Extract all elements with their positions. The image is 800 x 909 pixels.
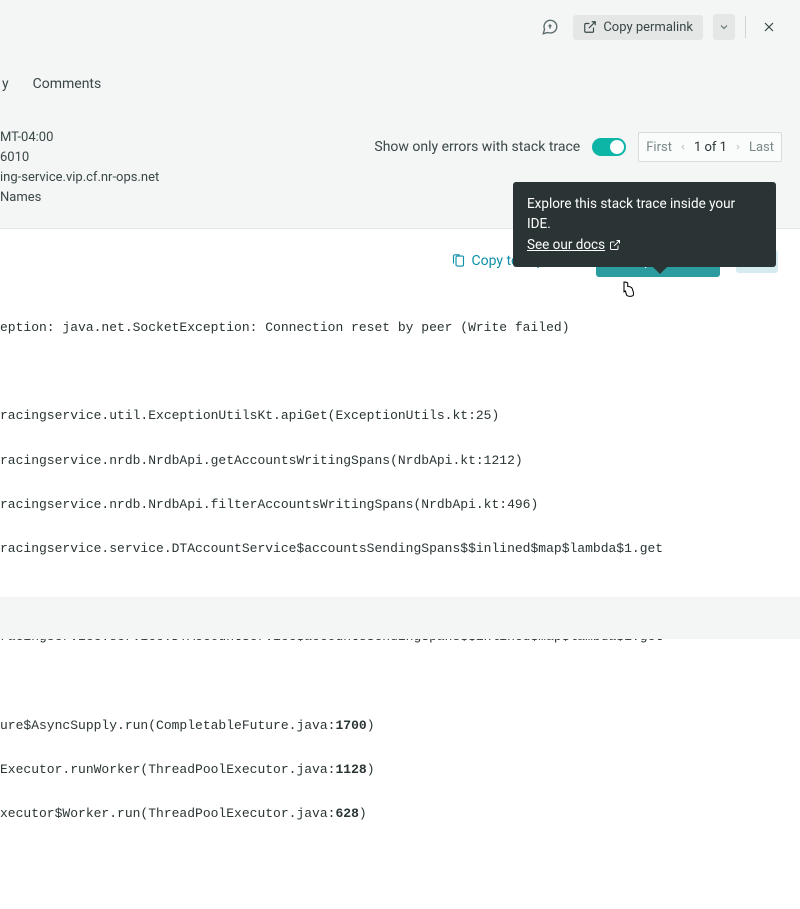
meta-line: Names	[0, 188, 159, 208]
open-in-ide-tooltip: Explore this stack trace inside your IDE…	[513, 182, 776, 267]
permalink-dropdown-button[interactable]	[713, 14, 735, 40]
pager: First 1 of 1 Last	[638, 132, 782, 162]
clipboard-icon	[451, 253, 466, 269]
tooltip-text: Explore this stack trace inside your IDE…	[527, 194, 762, 235]
stack-line: xecutor$Worker.run(ThreadPoolExecutor.ja…	[0, 803, 800, 825]
meta-line: ing-service.vip.cf.nr-ops.net	[0, 168, 159, 188]
pager-first-button[interactable]: First	[639, 140, 679, 155]
stack-line: racingservice.nrdb.NrdbApi.filterAccount…	[0, 494, 800, 516]
pager-count: 1 of 1	[687, 140, 734, 155]
stack-line: ure$AsyncSupply.run(CompletableFuture.ja…	[0, 715, 800, 737]
tab-comments[interactable]: Comments	[31, 72, 104, 96]
bottom-gap	[0, 597, 800, 639]
stack-trace-toggle[interactable]	[592, 138, 626, 156]
filter-label: Show only errors with stack trace	[374, 139, 580, 155]
meta-line: 6010	[0, 148, 159, 168]
stack-trace-panel: Copy to clipboard Open in IDE New eption…	[0, 228, 800, 909]
stack-blank	[0, 361, 800, 383]
chevron-down-icon	[718, 21, 730, 33]
stack-line: eption: java.net.SocketException: Connec…	[0, 317, 800, 339]
tooltip-docs-label: See our docs	[527, 235, 605, 255]
tooltip-docs-link[interactable]: See our docs	[527, 235, 621, 255]
stack-blank	[0, 671, 800, 693]
pager-last-button[interactable]: Last	[742, 140, 781, 155]
pager-next-button[interactable]	[734, 142, 742, 152]
meta-line: MT-04:00	[0, 128, 159, 148]
share-dialog-icon[interactable]	[537, 14, 563, 40]
close-icon	[761, 19, 777, 35]
stack-trace: eption: java.net.SocketException: Connec…	[0, 295, 800, 869]
external-link-icon	[609, 239, 621, 251]
meta-info: MT-04:00 6010 ing-service.vip.cf.nr-ops.…	[0, 128, 159, 209]
copy-permalink-button[interactable]: Copy permalink	[573, 15, 703, 40]
stack-line: racingservice.util.ExceptionUtilsKt.apiG…	[0, 405, 800, 427]
stack-line: Executor.runWorker(ThreadPoolExecutor.ja…	[0, 759, 800, 781]
stack-line: racingservice.nrdb.NrdbApi.getAccountsWr…	[0, 450, 800, 472]
top-toolbar: Copy permalink	[537, 14, 782, 40]
tabs: y Comments	[0, 72, 103, 106]
copy-permalink-label: Copy permalink	[603, 20, 693, 35]
pager-prev-button[interactable]	[679, 142, 687, 152]
permalink-icon	[583, 20, 597, 34]
filter-row: Show only errors with stack trace First …	[374, 132, 782, 162]
toolbar-divider	[745, 16, 746, 38]
stack-line: racingservice.service.DTAccountService$a…	[0, 538, 800, 560]
tab-y[interactable]: y	[0, 72, 11, 96]
close-button[interactable]	[756, 14, 782, 40]
